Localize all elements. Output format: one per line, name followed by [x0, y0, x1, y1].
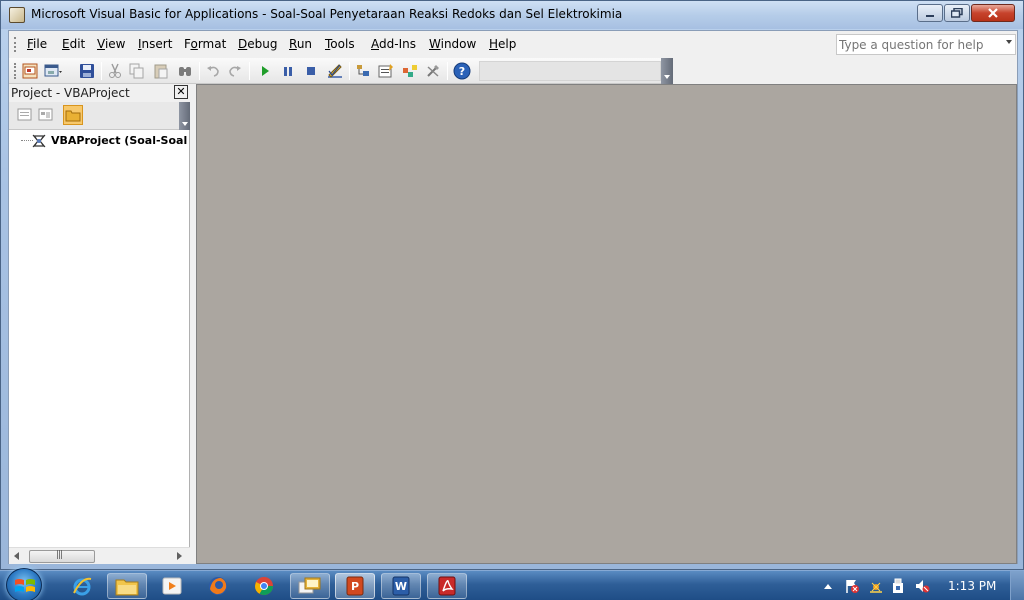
toolbar-separator — [249, 62, 250, 80]
project-explorer-close-button[interactable]: ✕ — [174, 85, 188, 99]
vba-editor-window: Microsoft Visual Basic for Applications … — [0, 0, 1024, 570]
word-icon: W — [392, 576, 410, 596]
svg-text:W: W — [395, 580, 407, 593]
menu-bar: File Edit View Insert Format Debug Run T… — [9, 31, 1017, 58]
taskbar-windows-explorer[interactable] — [107, 573, 147, 599]
menu-window[interactable]: Window — [429, 37, 476, 51]
toolbar-separator — [101, 62, 102, 80]
close-button[interactable] — [971, 4, 1015, 22]
menu-tools[interactable]: Tools — [325, 37, 355, 51]
svg-text:P: P — [351, 580, 359, 593]
copy-icon[interactable] — [127, 61, 147, 81]
code-workspace-area — [196, 84, 1017, 564]
insert-userform-icon[interactable] — [43, 61, 63, 81]
chevron-down-icon[interactable] — [1006, 40, 1012, 44]
slides-icon — [298, 577, 321, 594]
taskbar-acrobat[interactable] — [427, 573, 467, 599]
menu-debug[interactable]: Debug — [238, 37, 277, 51]
project-explorer-title: Project - VBAProject — [11, 86, 130, 100]
vba-project-icon — [31, 133, 47, 149]
taskbar-chrome[interactable] — [244, 573, 284, 599]
taskbar-media-player[interactable] — [152, 573, 192, 599]
usb-device-icon[interactable] — [890, 578, 906, 594]
minimize-button[interactable] — [917, 4, 943, 22]
scrollbar-thumb[interactable] — [29, 550, 95, 563]
undo-icon[interactable] — [203, 61, 223, 81]
paste-icon[interactable] — [151, 61, 171, 81]
title-bar[interactable]: Microsoft Visual Basic for Applications … — [1, 1, 1023, 29]
help-icon[interactable]: ? — [452, 61, 472, 81]
view-object-icon[interactable] — [36, 105, 56, 125]
toolbox-icon[interactable] — [423, 61, 443, 81]
find-icon[interactable] — [175, 61, 195, 81]
action-center-icon[interactable] — [844, 578, 860, 594]
menu-file[interactable]: File — [27, 37, 47, 51]
menu-add-ins[interactable]: Add-Ins — [371, 37, 416, 51]
taskbar-powerpoint[interactable]: P — [335, 573, 375, 599]
firefox-icon — [209, 577, 227, 595]
project-explorer-toolbar — [9, 102, 190, 130]
tree-node-vbaproject[interactable]: VBAProject (Soal-Soal Penyetaraan Reaksi… — [9, 132, 190, 150]
toggle-folders-icon[interactable] — [63, 105, 83, 125]
windows-taskbar: P W 1:13 PM — [0, 568, 1024, 600]
maximize-button[interactable] — [944, 4, 970, 22]
show-desktop-button[interactable] — [1010, 571, 1024, 600]
scroll-left-icon[interactable] — [14, 552, 19, 560]
reset-icon[interactable] — [301, 61, 321, 81]
project-explorer-icon[interactable] — [353, 61, 373, 81]
run-icon[interactable] — [255, 61, 275, 81]
design-mode-icon[interactable] — [325, 61, 345, 81]
taskbar-clock[interactable]: 1:13 PM — [948, 579, 996, 593]
toolbar-grip[interactable] — [14, 63, 16, 79]
taskbar-word[interactable]: W — [381, 573, 421, 599]
windows-logo-icon — [15, 579, 35, 592]
scroll-right-icon[interactable] — [177, 552, 182, 560]
volume-muted-icon[interactable] — [914, 578, 930, 594]
project-explorer-header: Project - VBAProject ✕ — [9, 84, 190, 102]
tree-node-label[interactable]: VBAProject (Soal-Soal Penyetaraan Reaksi… — [51, 134, 190, 147]
vba-app-icon — [9, 7, 25, 23]
menu-edit[interactable]: Edit — [62, 37, 85, 51]
view-code-icon[interactable] — [15, 105, 35, 125]
toolbar-options-button[interactable] — [661, 58, 673, 84]
break-icon[interactable] — [278, 61, 298, 81]
project-horizontal-scrollbar[interactable] — [9, 547, 190, 564]
properties-window-icon[interactable] — [376, 61, 396, 81]
chrome-icon — [255, 577, 273, 596]
acrobat-icon — [438, 576, 456, 596]
internet-explorer-icon — [73, 577, 92, 596]
network-status-icon[interactable] — [868, 578, 884, 594]
taskbar-powerpoint-slides[interactable] — [290, 573, 330, 599]
help-question-box[interactable] — [836, 34, 1016, 55]
taskbar-firefox[interactable] — [198, 573, 238, 599]
menu-view[interactable]: View — [97, 37, 125, 51]
svg-text:?: ? — [459, 65, 465, 78]
folder-icon — [115, 579, 139, 596]
cut-icon[interactable] — [105, 61, 125, 81]
taskbar-internet-explorer[interactable] — [62, 573, 102, 599]
standard-toolbar: ? — [9, 58, 673, 84]
menu-format[interactable]: Format — [184, 37, 226, 51]
object-browser-icon[interactable] — [400, 61, 420, 81]
menubar-grip[interactable] — [14, 37, 16, 52]
start-button[interactable] — [6, 568, 42, 600]
toolbar-separator — [199, 62, 200, 80]
show-hidden-icons-icon[interactable] — [820, 578, 836, 594]
project-toolbar-options-button[interactable] — [179, 102, 190, 130]
toolbar-location-field — [479, 61, 661, 81]
media-player-icon — [162, 577, 182, 595]
view-excel-icon[interactable] — [20, 61, 40, 81]
vbe-client-area: File Edit View Insert Format Debug Run T… — [8, 30, 1018, 564]
powerpoint-icon: P — [346, 576, 364, 596]
help-question-input[interactable] — [839, 36, 999, 53]
menu-help[interactable]: Help — [489, 37, 516, 51]
toolbar-separator — [349, 62, 350, 80]
project-explorer-pane: Project - VBAProject ✕ VBAProject (Soal-… — [9, 84, 190, 564]
menu-insert[interactable]: Insert — [138, 37, 172, 51]
save-icon[interactable] — [77, 61, 97, 81]
window-title: Microsoft Visual Basic for Applications … — [31, 7, 623, 21]
menu-run[interactable]: Run — [289, 37, 312, 51]
toolbar-separator — [447, 62, 448, 80]
redo-icon[interactable] — [225, 61, 245, 81]
